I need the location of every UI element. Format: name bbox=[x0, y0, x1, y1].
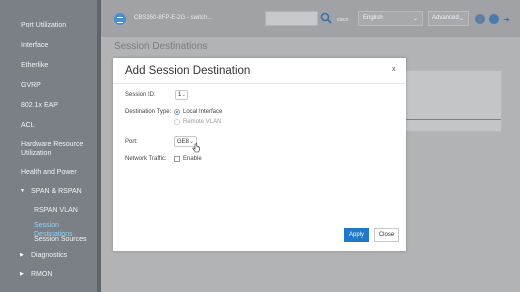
sidebar-item-label: RMON bbox=[31, 271, 53, 278]
close-icon[interactable]: x bbox=[392, 66, 396, 73]
cisco-logo: cisco bbox=[337, 17, 349, 23]
device-icon[interactable] bbox=[114, 13, 126, 25]
mode-value: Advanced bbox=[432, 15, 459, 21]
dialog-title: Add Session Destination bbox=[125, 65, 251, 77]
search-input[interactable] bbox=[265, 11, 318, 26]
device-name: CBS350-8FP-E-2G - switch... bbox=[134, 15, 213, 21]
divider bbox=[113, 83, 406, 84]
mode-select[interactable]: Advanced ⌄ bbox=[428, 11, 469, 26]
destination-type-label: Destination Type: bbox=[125, 109, 172, 115]
hand-cursor-icon bbox=[192, 143, 200, 153]
sidebar-item-label: SPAN & RSPAN bbox=[31, 188, 82, 195]
sidebar-item-label: Interface bbox=[21, 42, 49, 49]
add-session-destination-dialog: Add Session Destination x bbox=[113, 58, 406, 251]
close-button[interactable]: Close bbox=[374, 228, 399, 242]
logout-icon[interactable]: ➜ bbox=[503, 15, 510, 24]
option-label: Local Interface bbox=[183, 109, 223, 115]
sidebar-item-label: Health and Power bbox=[21, 169, 77, 176]
enable-checkbox[interactable] bbox=[174, 156, 180, 162]
option-label: Remote VLAN bbox=[183, 119, 222, 125]
enable-label: Enable bbox=[183, 156, 202, 162]
session-id-label: Session ID: bbox=[125, 92, 156, 98]
divider bbox=[406, 119, 501, 120]
port-value: GE8 bbox=[177, 139, 190, 145]
sidebar-item-label: RSPAN VLAN bbox=[34, 207, 78, 214]
apply-button[interactable]: Apply bbox=[344, 228, 369, 242]
language-value: English bbox=[363, 15, 383, 21]
sidebar-item-label: 802.1x EAP bbox=[21, 102, 58, 109]
sidebar-item-label: Hardware Resource bbox=[21, 141, 84, 148]
search-icon[interactable] bbox=[320, 12, 332, 24]
session-id-select[interactable]: 1 ⌄ bbox=[175, 90, 188, 100]
chevron-down-icon: ⌄ bbox=[412, 16, 418, 22]
language-select[interactable]: English ⌄ bbox=[358, 11, 423, 26]
sidebar-item-label: ACL bbox=[21, 122, 35, 129]
sidebar-item-label: Diagnostics bbox=[31, 252, 68, 259]
sidebar-item-label-line2: Utilization bbox=[21, 150, 52, 157]
caret-right-icon: ▶ bbox=[20, 271, 24, 277]
sidebar-item-label: Etherlike bbox=[21, 62, 49, 69]
network-traffic-label: Network Traffic: bbox=[125, 156, 167, 162]
radio-remote-vlan[interactable] bbox=[174, 119, 180, 125]
chevron-down-icon: ⌄ bbox=[181, 92, 186, 98]
chevron-down-icon: ⌄ bbox=[458, 16, 464, 22]
radio-local-interface[interactable] bbox=[174, 109, 180, 115]
port-label: Port: bbox=[125, 139, 138, 145]
sidebar-item-label: Port Utilization bbox=[21, 22, 67, 29]
info-icon[interactable] bbox=[489, 14, 499, 24]
help-icon[interactable] bbox=[475, 14, 485, 24]
sidebar-item-label: GVRP bbox=[21, 82, 41, 89]
caret-down-icon: ▼ bbox=[20, 188, 25, 194]
background-table-panel bbox=[392, 70, 502, 132]
sidebar-item-label: Session Sources bbox=[34, 236, 87, 243]
caret-right-icon: ▶ bbox=[20, 252, 24, 258]
page-title: Session Destinations bbox=[114, 41, 208, 52]
